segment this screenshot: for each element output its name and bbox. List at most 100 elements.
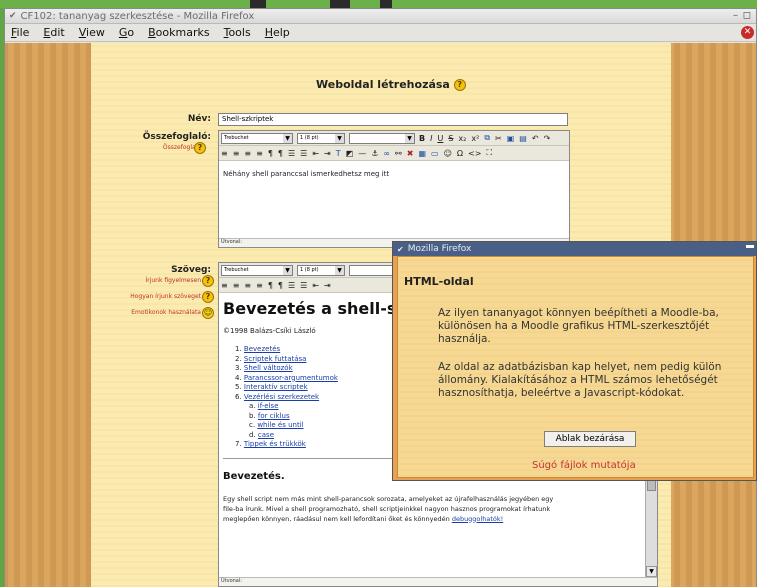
help-popup-window: ✔ Mozilla Firefox HTML-oldal Az ilyen ta… xyxy=(392,241,757,481)
align-left-icon[interactable]: ≡ xyxy=(221,149,228,158)
menu-help[interactable]: Help xyxy=(265,26,290,39)
link-emoticons[interactable]: Emotikonok használata xyxy=(101,309,201,316)
copy-icon[interactable]: ⧉ xyxy=(484,133,490,143)
align-left-icon[interactable]: ≡ xyxy=(221,281,228,290)
bg-color-icon[interactable]: ◩ xyxy=(346,149,354,158)
paste-icon[interactable]: ▣ xyxy=(507,134,515,143)
name-input[interactable]: Shell-szkriptek xyxy=(218,113,568,126)
cut-icon[interactable]: ✂ xyxy=(495,134,502,143)
help-icon[interactable]: ? xyxy=(202,275,214,287)
indent-icon[interactable]: ⇥ xyxy=(324,149,331,158)
table-icon[interactable]: ▭ xyxy=(431,149,439,158)
debug-link[interactable]: debuggolhatók! xyxy=(452,515,503,523)
stop-icon[interactable]: ✕ xyxy=(741,26,754,39)
toc-link[interactable]: Shell változók xyxy=(244,364,293,372)
minimize-icon[interactable]: – xyxy=(733,10,738,21)
toc-link[interactable]: for ciklus xyxy=(258,412,290,420)
popup-menu-icon[interactable]: ✔ xyxy=(397,245,404,254)
page-title: Weboldal létrehozása ? xyxy=(316,78,466,91)
horizontal-rule-icon[interactable]: — xyxy=(358,149,366,158)
text-color-icon[interactable]: T xyxy=(336,149,341,158)
size-select[interactable]: 1 (8 pt) xyxy=(297,264,345,276)
toc-link[interactable]: if-else xyxy=(258,402,279,410)
smiley-icon[interactable]: ☺ xyxy=(444,149,452,158)
bold-icon[interactable]: B xyxy=(419,134,425,143)
help-icon[interactable]: ? xyxy=(194,142,206,154)
align-right-icon[interactable]: ≡ xyxy=(244,149,251,158)
align-center-icon[interactable]: ≡ xyxy=(233,281,240,290)
menu-edit[interactable]: Edit xyxy=(43,26,64,39)
toc-link[interactable]: Scriptek futtatása xyxy=(244,355,307,363)
summary-text[interactable]: Néhány shell paranccsal ismerkedhetsz me… xyxy=(223,170,389,178)
toc-link[interactable]: Vezérlési szerkezetek xyxy=(244,393,319,401)
link-write-carefully[interactable]: Írjunk figyelmesen xyxy=(101,277,201,284)
ltr-icon[interactable]: ¶ xyxy=(268,149,273,158)
anchor-icon[interactable]: ⚓ xyxy=(371,149,378,158)
font-select[interactable]: Trebuchet xyxy=(221,264,293,276)
summary-toolbar-row-1: Trebuchet 1 (8 pt) B I U S x₂ x² ⧉ ✂ ▣ ▤… xyxy=(219,131,569,146)
justify-icon[interactable]: ≡ xyxy=(256,149,263,158)
popup-line: hasznosíthatja, beleértve a Javascript-k… xyxy=(438,387,685,399)
close-window-button[interactable]: Ablak bezárása xyxy=(544,431,636,447)
align-center-icon[interactable]: ≡ xyxy=(233,149,240,158)
unordered-list-icon[interactable]: ☰ xyxy=(300,281,307,290)
outdent-icon[interactable]: ⇤ xyxy=(312,149,319,158)
image-icon[interactable]: ▦ xyxy=(418,149,426,158)
toc-link[interactable]: while és until xyxy=(257,421,303,429)
subscript-icon[interactable]: x₂ xyxy=(458,134,466,143)
scroll-down-icon[interactable]: ▼ xyxy=(646,566,657,577)
help-files-link[interactable]: Súgó fájlok mutatója xyxy=(532,460,636,471)
window-menu-icon[interactable]: ✔ xyxy=(9,11,17,21)
popup-line: különösen ha a Moodle grafikus HTML-szer… xyxy=(438,320,710,332)
toc-link[interactable]: Interaktív scriptek xyxy=(244,383,308,391)
taskbar-thumb[interactable] xyxy=(380,0,392,8)
strikethrough-icon[interactable]: S xyxy=(448,134,453,143)
popup-titlebar[interactable]: ✔ Mozilla Firefox xyxy=(393,242,756,256)
fullscreen-icon[interactable]: ⛶ xyxy=(486,148,492,158)
link-icon[interactable]: ∞ xyxy=(383,149,390,158)
menu-tools[interactable]: Tools xyxy=(224,26,251,39)
toc-link[interactable]: Tippek és trükkök xyxy=(244,440,306,448)
taskbar-thumb[interactable] xyxy=(330,0,350,8)
toc-link[interactable]: Parancssor-argumentumok xyxy=(244,374,338,382)
toc-number: 3. xyxy=(235,364,242,372)
summary-help-link[interactable]: Összefoglaló xyxy=(111,144,201,151)
paste-word-icon[interactable]: ▤ xyxy=(519,134,527,143)
maximize-icon[interactable]: ◻ xyxy=(743,10,751,21)
nolink-icon[interactable]: ✖ xyxy=(407,149,414,158)
redo-icon[interactable]: ↷ xyxy=(544,134,551,143)
outdent-icon[interactable]: ⇤ xyxy=(312,281,319,290)
italic-icon[interactable]: I xyxy=(430,134,432,143)
menu-file[interactable]: File xyxy=(11,26,29,39)
ordered-list-icon[interactable]: ☰ xyxy=(288,281,295,290)
ordered-list-icon[interactable]: ☰ xyxy=(288,149,295,158)
rtl-icon[interactable]: ¶ xyxy=(278,281,283,290)
size-select[interactable]: 1 (8 pt) xyxy=(297,132,345,144)
underline-icon[interactable]: U xyxy=(437,134,443,143)
link-how-to-write[interactable]: Hogyan írjunk szöveget xyxy=(101,293,201,300)
superscript-icon[interactable]: x² xyxy=(471,134,479,143)
unlink-icon[interactable]: ⚯ xyxy=(395,149,402,158)
menu-go[interactable]: Go xyxy=(119,26,134,39)
help-icon[interactable]: ? xyxy=(202,291,214,303)
style-select[interactable] xyxy=(349,132,415,144)
ltr-icon[interactable]: ¶ xyxy=(268,281,273,290)
font-select[interactable]: Trebuchet xyxy=(221,132,293,144)
align-right-icon[interactable]: ≡ xyxy=(244,281,251,290)
menu-bookmarks[interactable]: Bookmarks xyxy=(148,26,209,39)
indent-icon[interactable]: ⇥ xyxy=(324,281,331,290)
html-mode-icon[interactable]: <> xyxy=(468,149,481,158)
unordered-list-icon[interactable]: ☰ xyxy=(300,149,307,158)
taskbar-thumb[interactable] xyxy=(250,0,266,8)
justify-icon[interactable]: ≡ xyxy=(256,281,263,290)
help-icon[interactable]: ? xyxy=(453,79,466,91)
popup-minimize-icon[interactable] xyxy=(746,245,754,248)
undo-icon[interactable]: ↶ xyxy=(532,134,539,143)
window-titlebar[interactable]: ✔ CF102: tananyag szerkesztése - Mozilla… xyxy=(5,9,756,24)
special-char-icon[interactable]: Ω xyxy=(457,149,463,158)
smiley-icon[interactable]: ☺ xyxy=(202,307,214,319)
toc-link[interactable]: case xyxy=(258,431,274,439)
rtl-icon[interactable]: ¶ xyxy=(278,149,283,158)
menu-view[interactable]: View xyxy=(79,26,105,39)
toc-link[interactable]: Bevezetés xyxy=(244,345,280,353)
